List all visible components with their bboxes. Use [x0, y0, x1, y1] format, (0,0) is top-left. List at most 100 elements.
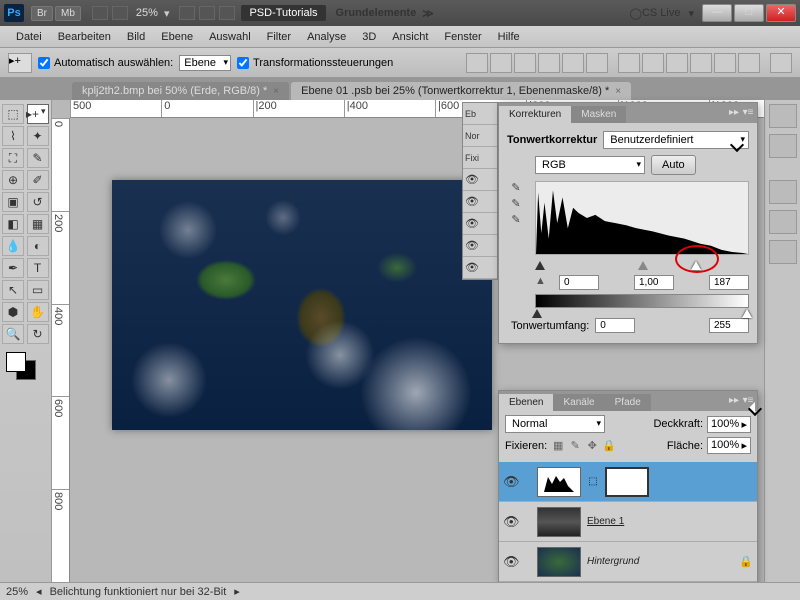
eyedropper-white-icon[interactable]: ✎ [507, 213, 525, 227]
menu-datei[interactable]: Datei [8, 29, 50, 45]
dist-vmid-icon[interactable] [642, 53, 664, 73]
align-hmid-icon[interactable] [562, 53, 584, 73]
hand-tool[interactable]: ✋ [27, 302, 49, 322]
dist-hmid-icon[interactable] [714, 53, 736, 73]
wand-tool[interactable]: ✦ [27, 126, 49, 146]
output-white-input[interactable]: 255 [709, 318, 749, 333]
collapsed-panel[interactable]: Eb Nor Fixi 👁 👁 👁 👁 👁 [462, 102, 498, 280]
white-input[interactable]: 187 [709, 275, 749, 290]
history-brush-tool[interactable]: ↺ [27, 192, 49, 212]
close-button[interactable]: ✕ [766, 4, 796, 22]
eye-icon[interactable]: 👁 [465, 217, 479, 230]
close-tab-icon[interactable]: × [615, 86, 621, 97]
arrange-icon[interactable] [199, 6, 215, 20]
visibility-icon[interactable]: 👁 [503, 514, 519, 530]
crop-panel-icon[interactable] [769, 180, 797, 204]
black-input[interactable]: 0 [559, 275, 599, 290]
hand-icon[interactable] [179, 6, 195, 20]
bridge-button[interactable]: Br [31, 6, 53, 21]
menu-auswahl[interactable]: Auswahl [201, 29, 259, 45]
link-icon[interactable]: ⬚ [587, 476, 599, 487]
workspace-tag[interactable]: PSD-Tutorials [241, 5, 325, 21]
output-black-input[interactable]: 0 [595, 318, 635, 333]
output-black-slider[interactable] [532, 309, 542, 318]
layer-name[interactable]: Hintergrund [587, 556, 639, 567]
gamma-input[interactable]: 1,00 [634, 275, 674, 290]
align-right-icon[interactable] [586, 53, 608, 73]
blend-mode-dropdown[interactable]: Normal [505, 415, 605, 433]
view-grid-icon[interactable] [112, 6, 128, 20]
3d-tool[interactable]: ⬢ [2, 302, 24, 322]
maximize-button[interactable]: □ [734, 4, 764, 22]
tab-pfade[interactable]: Pfade [605, 394, 651, 411]
menu-analyse[interactable]: Analyse [299, 29, 354, 45]
eye-icon[interactable]: 👁 [465, 239, 479, 252]
status-prev-icon[interactable]: ◂ [36, 585, 42, 598]
transform-checkbox[interactable] [237, 57, 249, 69]
collapse-icon[interactable]: ▸▸ [727, 395, 741, 409]
chevron-down-icon[interactable]: ▾ [164, 7, 170, 20]
chevron-down-icon[interactable]: ▾ [688, 7, 694, 20]
view-extras-icon[interactable] [92, 6, 108, 20]
tab-masken[interactable]: Masken [571, 106, 626, 123]
crop-tool[interactable]: ⛶ [2, 148, 24, 168]
lock-pixels-icon[interactable]: ✎ [568, 439, 582, 453]
zoom-display[interactable]: 25% [136, 7, 158, 19]
minimize-button[interactable]: — [702, 4, 732, 22]
menu-bild[interactable]: Bild [119, 29, 153, 45]
white-point-slider[interactable] [691, 261, 701, 270]
type-tool[interactable]: T [27, 258, 49, 278]
brush-panel-icon[interactable] [769, 210, 797, 234]
channel-dropdown[interactable]: RGB [535, 156, 645, 174]
collapse-icon[interactable]: ▸▸ [727, 107, 741, 121]
auto-select-checkbox[interactable] [38, 57, 50, 69]
dist-bottom-icon[interactable] [666, 53, 688, 73]
swatches-panel-icon[interactable] [769, 104, 797, 128]
doc-tab-1[interactable]: Ebene 01 .psb bei 25% (Tonwertkorrektur … [291, 82, 631, 100]
eyedropper-tool[interactable]: ✎ [27, 148, 49, 168]
layer-thumb[interactable] [537, 507, 581, 537]
levels-thumb-icon[interactable] [537, 467, 581, 497]
dist-right-icon[interactable] [738, 53, 760, 73]
heal-tool[interactable]: ⊕ [2, 170, 24, 190]
collapsed-tab[interactable]: Eb [463, 103, 497, 125]
menu-3d[interactable]: 3D [354, 29, 384, 45]
workspace-subtitle[interactable]: Grundelemente [336, 7, 417, 19]
lock-transparent-icon[interactable]: ▦ [551, 439, 565, 453]
dist-left-icon[interactable] [690, 53, 712, 73]
preset-dropdown[interactable]: Benutzerdefiniert [603, 131, 749, 149]
output-white-slider[interactable] [742, 309, 752, 318]
black-point-slider[interactable] [535, 261, 545, 270]
eye-icon[interactable]: 👁 [465, 195, 479, 208]
align-left-icon[interactable] [538, 53, 560, 73]
status-next-icon[interactable]: ▸ [234, 585, 240, 598]
layer-row[interactable]: 👁 Hintergrund 🔒 [499, 542, 757, 582]
panel-menu-icon[interactable]: ▾≡ [741, 395, 755, 409]
gradient-tool[interactable]: ▦ [27, 214, 49, 234]
tab-kanaele[interactable]: Kanäle [553, 394, 604, 411]
stamp-tool[interactable]: ▣ [2, 192, 24, 212]
pen-tool[interactable]: ✒ [2, 258, 24, 278]
layer-row[interactable]: 👁 Ebene 1 [499, 502, 757, 542]
minibridge-button[interactable]: Mb [55, 6, 81, 21]
move-tool[interactable]: ▸+ [27, 104, 49, 124]
ruler-vertical[interactable]: 0200400600800 [52, 118, 70, 582]
visibility-icon[interactable]: 👁 [503, 474, 519, 490]
menu-filter[interactable]: Filter [259, 29, 299, 45]
fg-color-swatch[interactable] [6, 352, 26, 372]
fill-input[interactable]: 100%▸ [707, 437, 751, 454]
layer-row[interactable]: 👁 ⬚ [499, 462, 757, 502]
tab-korrekturen[interactable]: Korrekturen [499, 106, 571, 123]
marquee-tool[interactable]: ⬚ [2, 104, 24, 124]
rotate-tool[interactable]: ↻ [27, 324, 49, 344]
layer-thumb[interactable] [537, 547, 581, 577]
auto-align-icon[interactable] [770, 53, 792, 73]
color-swatches[interactable] [2, 352, 49, 384]
dist-top-icon[interactable] [618, 53, 640, 73]
layer-name[interactable]: Ebene 1 [587, 516, 624, 527]
close-tab-icon[interactable]: × [273, 86, 279, 97]
lock-all-icon[interactable]: 🔒 [602, 439, 616, 453]
menu-bearbeiten[interactable]: Bearbeiten [50, 29, 119, 45]
eye-icon[interactable]: 👁 [465, 261, 479, 274]
auto-button[interactable]: Auto [651, 155, 696, 175]
